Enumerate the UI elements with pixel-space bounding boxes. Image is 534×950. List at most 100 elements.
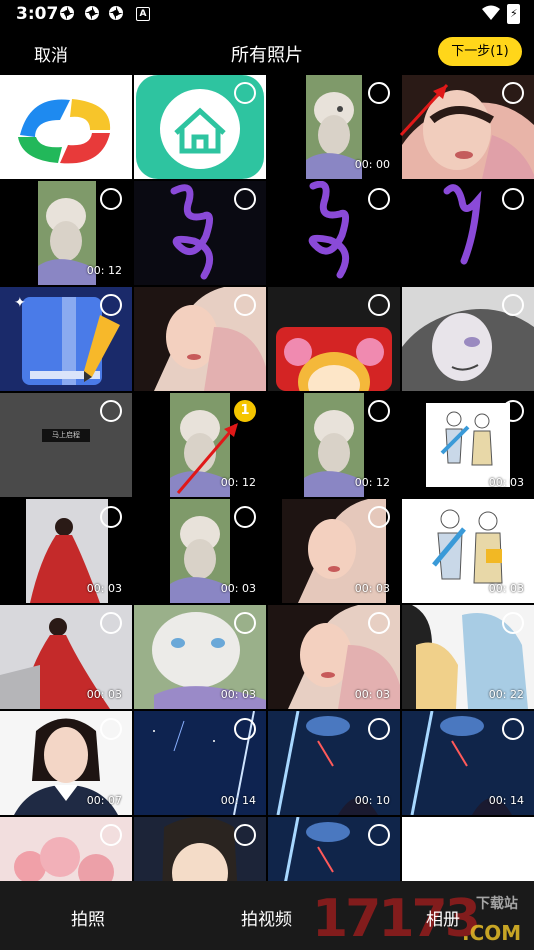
media-item[interactable]: 00: 14 xyxy=(134,711,266,815)
video-duration: 00: 03 xyxy=(220,582,256,595)
media-item[interactable] xyxy=(268,817,400,881)
media-item[interactable] xyxy=(268,287,400,391)
status-time: 3:07 xyxy=(16,4,59,24)
watermark-site-label: 下载站 xyxy=(476,896,518,912)
header: 取消 所有照片 下一步(1) xyxy=(0,28,534,74)
select-circle[interactable] xyxy=(100,294,122,316)
select-circle[interactable] xyxy=(234,188,256,210)
media-item[interactable]: 00: 22 xyxy=(402,605,534,709)
select-circle[interactable] xyxy=(502,506,524,528)
tab-take-photo[interactable]: 拍照 xyxy=(71,905,105,930)
watermark-domain: .COM xyxy=(462,921,522,945)
tab-record-video[interactable]: 拍视频 xyxy=(241,905,292,930)
select-circle[interactable] xyxy=(368,612,390,634)
media-item[interactable] xyxy=(134,181,266,285)
select-circle[interactable] xyxy=(368,400,390,422)
select-circle[interactable] xyxy=(502,718,524,740)
media-item[interactable]: 00: 10 xyxy=(268,711,400,815)
notification-app-icon xyxy=(59,5,75,21)
video-duration: 00: 12 xyxy=(220,476,256,489)
select-circle[interactable] xyxy=(502,612,524,634)
select-circle[interactable] xyxy=(368,188,390,210)
select-circle[interactable] xyxy=(100,506,122,528)
bottom-tab-bar: 拍照 拍视频 17173 相册 下载站 .COM xyxy=(0,881,534,950)
media-item[interactable]: 00: 03 xyxy=(402,499,534,603)
selected-badge[interactable]: 1 xyxy=(234,400,256,422)
select-circle[interactable] xyxy=(368,294,390,316)
media-item[interactable]: 00: 03 xyxy=(134,499,266,603)
media-item[interactable] xyxy=(134,75,266,179)
video-duration: 00: 03 xyxy=(354,688,390,701)
select-circle[interactable] xyxy=(234,612,256,634)
media-item[interactable]: 00: 03 xyxy=(268,605,400,709)
select-circle[interactable] xyxy=(234,82,256,104)
select-circle[interactable] xyxy=(100,188,122,210)
video-duration: 00: 14 xyxy=(220,794,256,807)
select-circle[interactable] xyxy=(100,612,122,634)
select-circle[interactable] xyxy=(100,400,122,422)
media-item[interactable]: 00: 03 xyxy=(402,393,534,497)
select-circle[interactable] xyxy=(368,824,390,846)
status-bar: 3:07 A ⚡ xyxy=(0,0,534,28)
svg-text:✦: ✦ xyxy=(14,295,26,311)
notification-app-icon xyxy=(84,5,100,21)
select-circle[interactable] xyxy=(368,506,390,528)
media-item[interactable]: 00: 03 xyxy=(134,605,266,709)
video-duration: 00: 12 xyxy=(86,264,122,277)
blank-thumbnail xyxy=(402,817,534,881)
media-item[interactable]: 00: 03 xyxy=(268,499,400,603)
wifi-icon xyxy=(482,5,500,25)
video-duration: 00: 03 xyxy=(488,476,524,489)
select-circle[interactable] xyxy=(234,506,256,528)
notification-app-icon xyxy=(108,5,124,21)
media-item[interactable] xyxy=(402,817,534,881)
video-duration: 00: 03 xyxy=(488,582,524,595)
media-item[interactable]: 00: 14 xyxy=(402,711,534,815)
select-circle[interactable] xyxy=(100,824,122,846)
select-circle[interactable] xyxy=(502,82,524,104)
video-duration: 00: 22 xyxy=(488,688,524,701)
media-item[interactable]: 00: 03 xyxy=(0,605,132,709)
media-item[interactable]: 00: 12 xyxy=(268,393,400,497)
select-circle[interactable] xyxy=(100,718,122,740)
video-duration: 00: 14 xyxy=(488,794,524,807)
media-item[interactable] xyxy=(268,181,400,285)
media-item[interactable] xyxy=(402,287,534,391)
media-item[interactable] xyxy=(134,817,266,881)
select-circle[interactable] xyxy=(234,718,256,740)
video-duration: 00: 03 xyxy=(86,688,122,701)
media-item[interactable]: 00: 07 xyxy=(0,711,132,815)
battery-icon: ⚡ xyxy=(507,4,520,24)
select-circle[interactable] xyxy=(234,824,256,846)
thumbnail-caption: 马上启程 xyxy=(42,429,90,442)
select-circle[interactable] xyxy=(368,718,390,740)
media-item[interactable] xyxy=(402,75,534,179)
media-item[interactable] xyxy=(134,287,266,391)
video-duration: 00: 03 xyxy=(354,582,390,595)
select-circle[interactable] xyxy=(100,82,122,104)
media-item[interactable]: 00: 00 xyxy=(268,75,400,179)
media-item[interactable] xyxy=(402,181,534,285)
a-notification-icon: A xyxy=(136,7,150,21)
media-item[interactable] xyxy=(0,817,132,881)
video-duration: 00: 07 xyxy=(86,794,122,807)
media-item[interactable]: 马上启程 xyxy=(0,393,132,497)
media-item[interactable]: 1 00: 12 xyxy=(134,393,266,497)
select-circle[interactable] xyxy=(502,294,524,316)
media-grid: 00: 00 00: 12 ✦ 马上启程 1 00: 12 00: 12 00:… xyxy=(0,75,534,881)
next-step-button[interactable]: 下一步(1) xyxy=(438,37,522,66)
select-circle[interactable] xyxy=(234,294,256,316)
video-duration: 00: 03 xyxy=(220,688,256,701)
tab-album[interactable]: 相册 xyxy=(426,905,460,930)
video-duration: 00: 12 xyxy=(354,476,390,489)
video-duration: 00: 10 xyxy=(354,794,390,807)
media-item[interactable]: 00: 03 xyxy=(0,499,132,603)
select-circle[interactable] xyxy=(368,82,390,104)
select-circle[interactable] xyxy=(502,400,524,422)
media-item[interactable]: ✦ xyxy=(0,287,132,391)
media-item[interactable]: 00: 12 xyxy=(0,181,132,285)
media-item[interactable] xyxy=(0,75,132,179)
video-duration: 00: 03 xyxy=(86,582,122,595)
video-duration: 00: 00 xyxy=(354,158,390,171)
select-circle[interactable] xyxy=(502,188,524,210)
